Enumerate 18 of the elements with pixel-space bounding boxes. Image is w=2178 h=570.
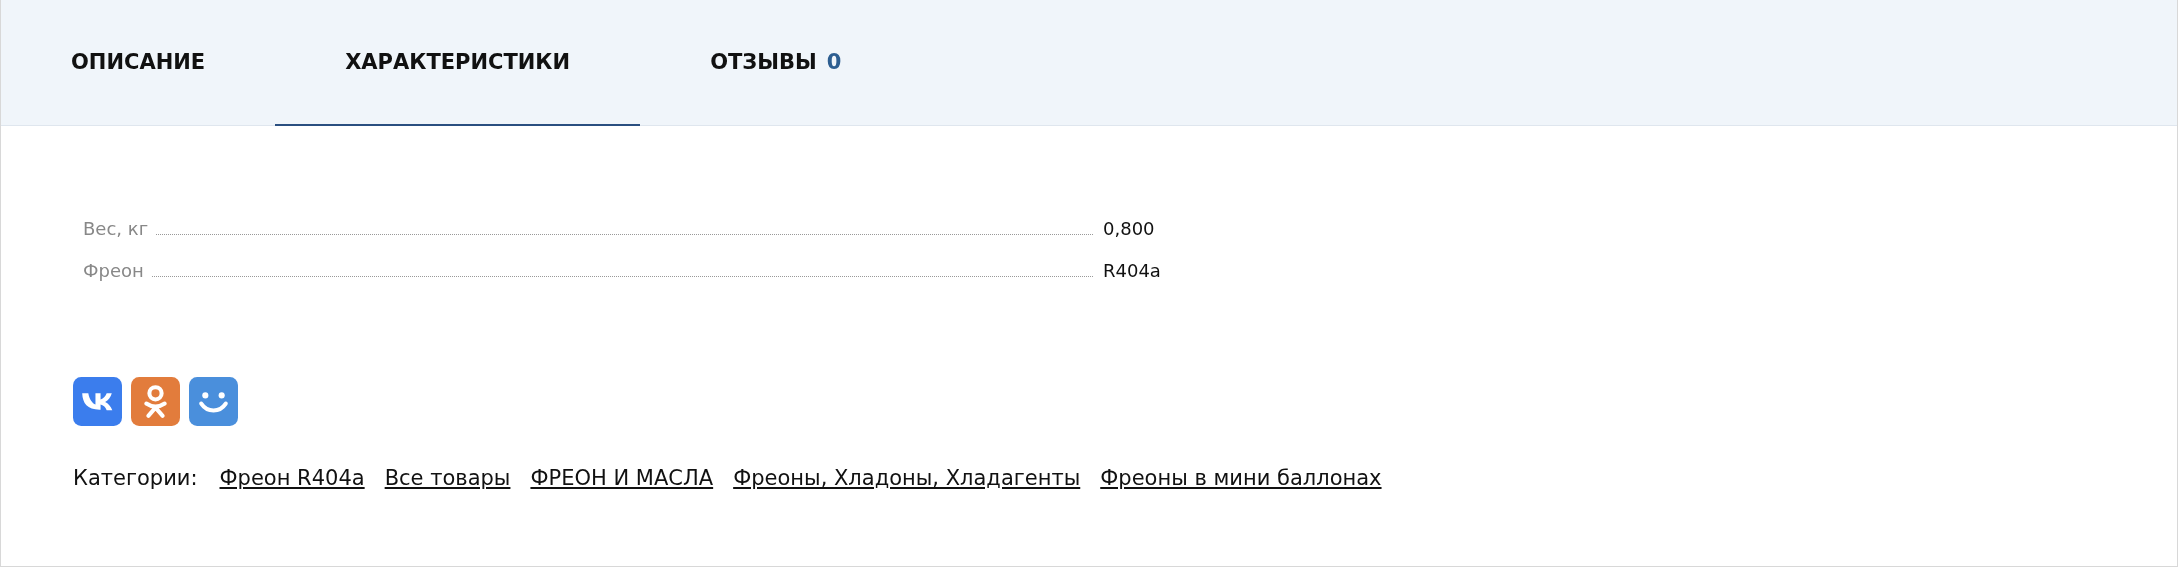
smile-share-icon[interactable]	[189, 377, 238, 426]
spec-name: Фреон	[83, 259, 144, 283]
vk-share-icon[interactable]	[73, 377, 122, 426]
tab-label: ОТЗЫВЫ	[710, 50, 817, 74]
tab[interactable]: ОПИСАНИЕ	[1, 0, 276, 126]
spec-value: 0,800	[1103, 217, 1156, 241]
spec-name: Вес, кг	[83, 217, 149, 241]
tab[interactable]: ОТЗЫВЫ 0	[640, 0, 912, 126]
category-link[interactable]: Все товары	[384, 466, 511, 490]
categories-label: Категории:	[73, 466, 198, 490]
spec-value: R404a	[1103, 259, 1162, 283]
category-link[interactable]: Фреон R404a	[219, 466, 365, 490]
category-link[interactable]: Фреоны, Хладоны, Хладагенты	[733, 466, 1081, 490]
review-count: 0	[826, 50, 842, 74]
ok-share-icon[interactable]	[131, 377, 180, 426]
category-link[interactable]: Фреоны в мини баллонах	[1100, 466, 1382, 490]
tab[interactable]: ХАРАКТЕРИСТИКИ	[275, 0, 641, 126]
category-link[interactable]: ФРЕОН И МАСЛА	[530, 466, 714, 490]
